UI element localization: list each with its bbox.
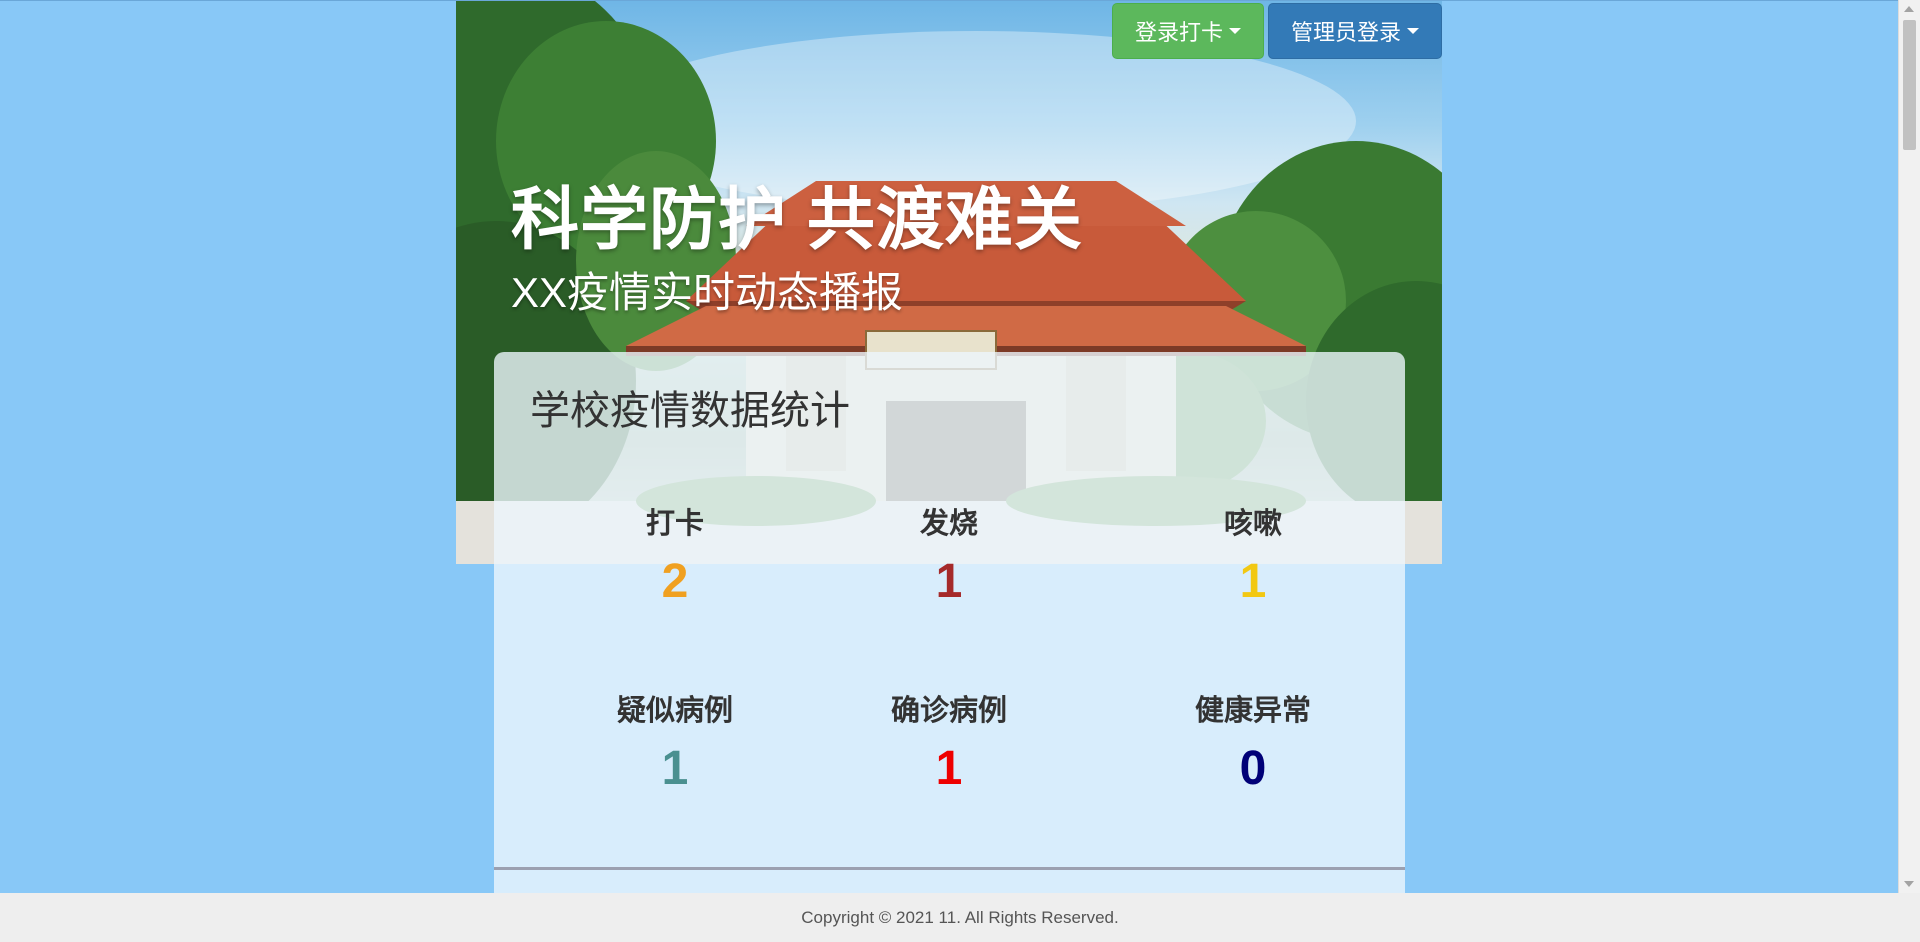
- stat-value: 1: [1239, 555, 1267, 608]
- stat-label: 确诊病例: [890, 695, 1007, 727]
- stat-value: 2: [661, 555, 689, 608]
- section-divider: [494, 867, 1405, 870]
- stat-value: 0: [1239, 742, 1267, 795]
- stats-panel: 学校疫情数据统计 打卡 2 发烧 1 咳嗽 1 疑似病例 1 确诊病例 1 健康…: [494, 352, 1405, 893]
- stat-value: 1: [661, 742, 689, 795]
- caret-down-icon: [1407, 28, 1419, 34]
- caret-down-icon: [1229, 28, 1241, 34]
- stat-value: 1: [935, 742, 963, 795]
- copyright-text: Copyright © 2021 11. All Rights Reserved…: [801, 907, 1119, 927]
- stat-health-abnormal: 健康异常 0: [1103, 687, 1403, 796]
- stat-label: 打卡: [645, 508, 704, 540]
- hero-title: 科学防护 共渡难关: [511, 182, 1083, 258]
- admin-login-label: 管理员登录: [1290, 20, 1401, 45]
- scroll-down-icon[interactable]: [1904, 881, 1914, 887]
- stat-value: 1: [935, 555, 963, 608]
- hero-subtitle: XX疫情实时动态播报: [511, 269, 904, 316]
- stat-fever: 发烧 1: [799, 500, 1099, 609]
- stat-confirmed: 确诊病例 1: [799, 687, 1099, 796]
- scroll-up-icon[interactable]: [1904, 6, 1914, 12]
- admin-login-button[interactable]: 管理员登录: [1268, 3, 1442, 59]
- page-scrollbar[interactable]: [1898, 0, 1920, 893]
- login-checkin-button[interactable]: 登录打卡: [1112, 3, 1264, 59]
- stat-label: 发烧: [919, 508, 978, 540]
- login-checkin-label: 登录打卡: [1134, 20, 1223, 45]
- scroll-thumb[interactable]: [1903, 20, 1916, 150]
- stat-cough: 咳嗽 1: [1103, 500, 1403, 609]
- stat-checkin: 打卡 2: [525, 500, 825, 609]
- stats-title: 学校疫情数据统计: [530, 389, 850, 433]
- stat-label: 咳嗽: [1223, 508, 1282, 540]
- stat-suspected: 疑似病例 1: [525, 687, 825, 796]
- stat-label: 疑似病例: [616, 695, 733, 727]
- stat-label: 健康异常: [1194, 695, 1311, 727]
- footer: Copyright © 2021 11. All Rights Reserved…: [0, 893, 1920, 942]
